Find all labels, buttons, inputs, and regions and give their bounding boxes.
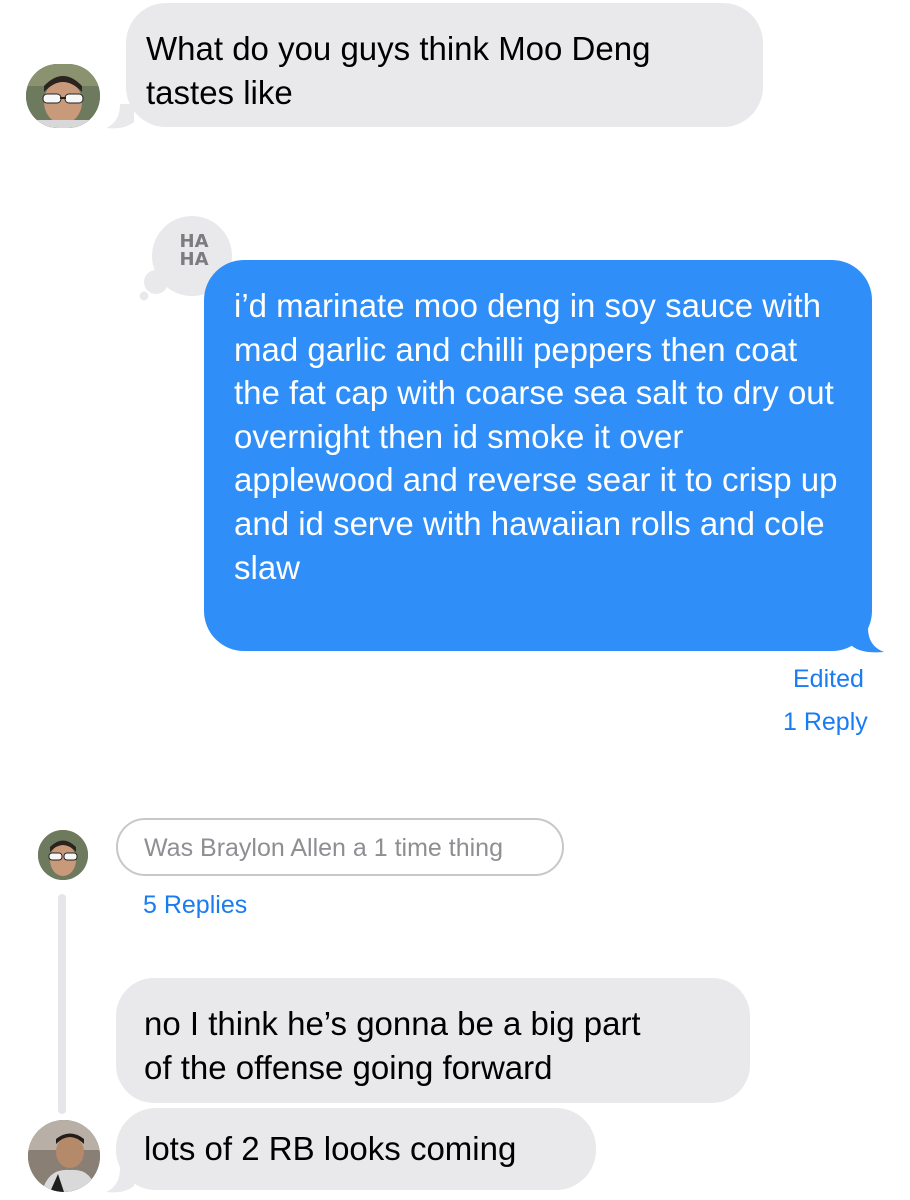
avatar-photo <box>28 1120 100 1192</box>
avatar[interactable] <box>28 1120 100 1192</box>
edited-label[interactable]: Edited <box>793 664 864 694</box>
avatar[interactable] <box>38 830 88 880</box>
bubble-tail <box>852 628 884 653</box>
reply-context-text: Was Braylon Allen a 1 time thing <box>144 834 503 862</box>
avatar-photo <box>38 830 88 880</box>
message-bubble[interactable]: no I think he’s gonna be a big part of t… <box>116 978 750 1103</box>
message-bubble[interactable]: i’d marinate moo deng in soy sauce with … <box>204 260 872 651</box>
bubble-tail <box>106 1168 134 1193</box>
message-text: lots of 2 RB looks coming <box>144 1130 517 1167</box>
thread-line <box>58 894 66 1114</box>
avatar[interactable] <box>26 64 100 128</box>
reply-context-bubble[interactable]: Was Braylon Allen a 1 time thing <box>116 818 564 876</box>
haha-reaction-label: HA HA <box>179 231 209 270</box>
replies-link[interactable]: 1 Reply <box>783 707 868 737</box>
message-text: no I think he’s gonna be a big part of t… <box>144 1005 641 1086</box>
avatar-photo <box>26 64 100 128</box>
message-bubble[interactable]: What do you guys think Moo Deng tastes l… <box>126 3 763 127</box>
message-bubble[interactable]: lots of 2 RB looks coming <box>116 1108 596 1190</box>
message-text: i’d marinate moo deng in soy sauce with … <box>234 287 838 586</box>
replies-link[interactable]: 5 Replies <box>143 890 247 920</box>
message-text: What do you guys think Moo Deng tastes l… <box>146 30 651 111</box>
bubble-tail <box>106 104 134 129</box>
